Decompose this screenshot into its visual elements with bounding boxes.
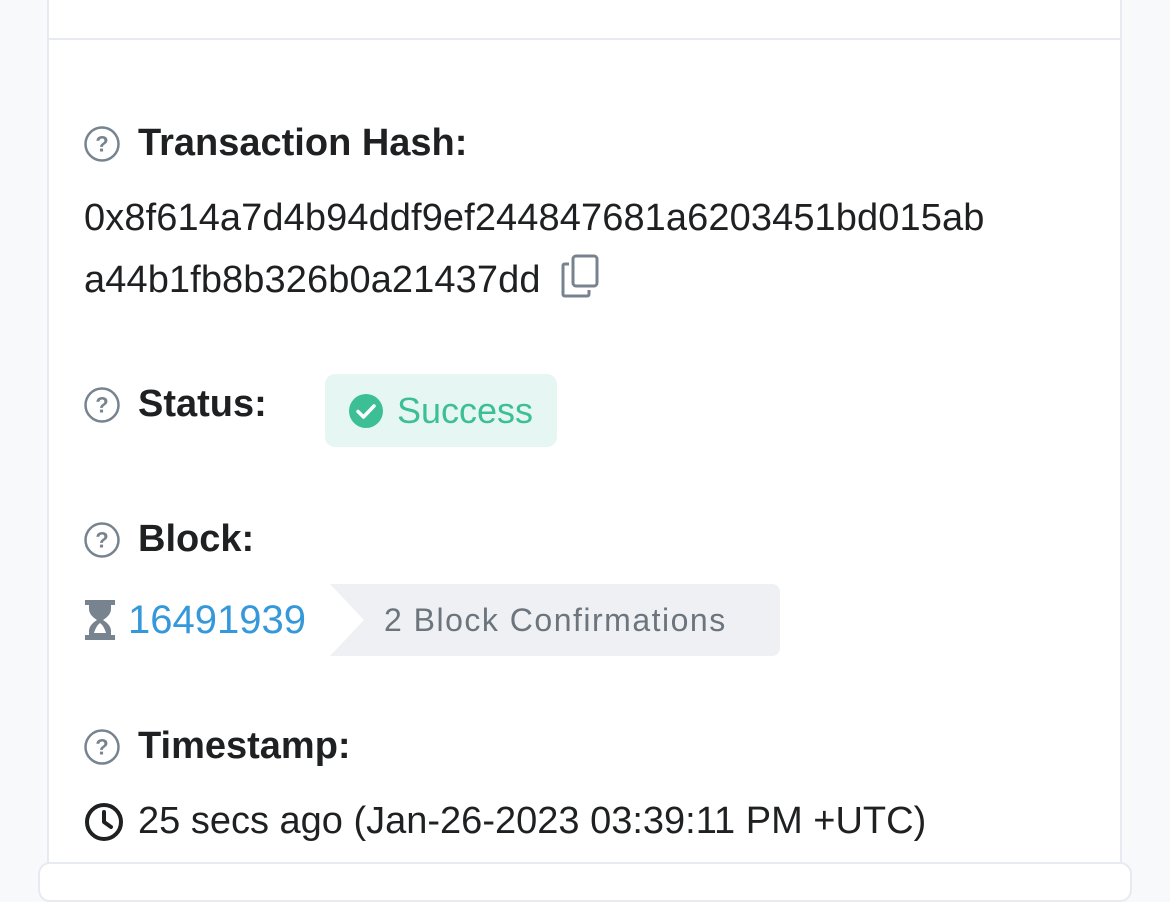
status-value: Success [397, 389, 534, 431]
clock-icon [85, 802, 123, 841]
svg-text:?: ? [95, 734, 108, 759]
question-circle-icon[interactable]: ? [84, 728, 120, 765]
timestamp-label: Timestamp: [138, 725, 351, 767]
block-label-row: ? Block: [84, 518, 254, 561]
status-label-row: ? Status: [84, 383, 267, 426]
transaction-hash-label-row: ? Transaction Hash: [84, 122, 467, 165]
block-confirmations-badge: 2 Block Confirmations [329, 584, 780, 656]
hourglass-icon [85, 600, 115, 640]
card-divider [49, 38, 1120, 40]
block-value-row: 16491939 2 Block Confirmations [84, 584, 780, 656]
svg-text:?: ? [95, 392, 108, 417]
svg-text:?: ? [95, 527, 108, 552]
transaction-hash-label: Transaction Hash: [138, 122, 468, 164]
status-label: Status: [138, 383, 267, 425]
transaction-hash-value-line-2: a44b1fb8b326b0a21437dd [84, 259, 541, 301]
next-card [38, 862, 1132, 902]
timestamp-value: 25 secs ago (Jan-26-2023 03:39:11 PM +UT… [138, 800, 927, 842]
block-label: Block: [138, 518, 255, 560]
question-circle-icon[interactable]: ? [84, 386, 120, 423]
status-badge: Success [325, 374, 557, 447]
copy-icon[interactable] [561, 254, 601, 298]
timestamp-value-row: 25 secs ago (Jan-26-2023 03:39:11 PM +UT… [84, 800, 926, 843]
question-circle-icon[interactable]: ? [84, 521, 120, 558]
svg-text:?: ? [95, 131, 108, 156]
question-circle-icon[interactable]: ? [84, 125, 120, 162]
transaction-hash-value-line-1: 0x8f614a7d4b94ddf9ef244847681a6203451bd0… [84, 197, 985, 239]
check-circle-icon [349, 393, 383, 428]
timestamp-label-row: ? Timestamp: [84, 725, 351, 768]
block-number-link[interactable]: 16491939 [128, 598, 306, 643]
transaction-hash-value-line-2-row: a44b1fb8b326b0a21437dd [84, 254, 601, 304]
